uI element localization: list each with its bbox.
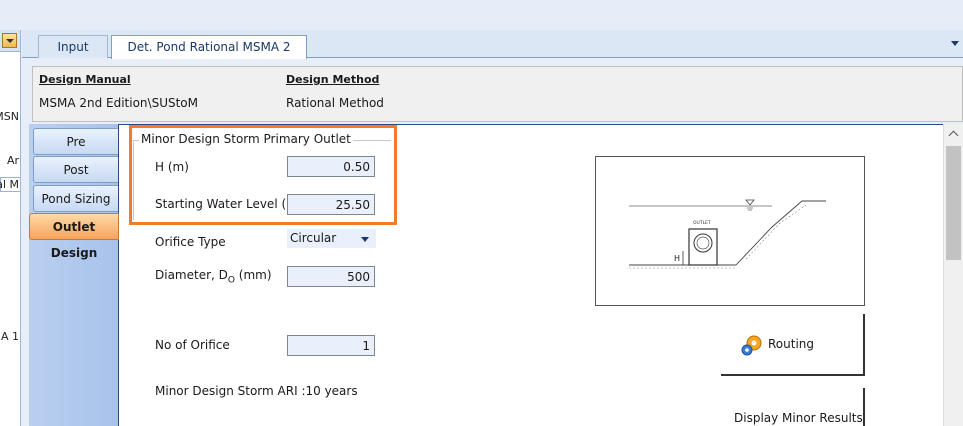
display-minor-results-label: Display Minor Results [734,411,863,425]
gear-icon [741,335,762,356]
group-title: Minor Design Storm Primary Outlet [139,132,353,146]
left-pane-text: A 1 [0,330,19,343]
starting-water-level-label: Starting Water Level (m) [155,197,303,211]
side-tab-post[interactable]: Post [33,156,119,183]
window-top-bar [0,0,963,30]
tab-input[interactable]: Input [38,35,108,58]
side-tab-pond-sizing[interactable]: Pond Sizing [33,185,119,212]
design-manual-label: Design Manual [39,73,131,86]
document-tab-strip: Input Det. Pond Rational MSMA 2 [22,30,963,59]
left-pane-text: al M [0,178,19,191]
chevron-down-icon [361,237,369,242]
tab-det-pond-rational[interactable]: Det. Pond Rational MSMA 2 [111,35,307,59]
left-pane-text: MSN [0,110,19,123]
routing-label: Routing [768,337,815,351]
dropdown-button[interactable] [2,33,17,48]
orifice-type-label: Orifice Type [155,235,226,249]
h-input[interactable] [287,156,375,177]
side-tab-outlet-design[interactable]: Outlet Design [29,213,119,260]
ari-value: :10 years [301,384,358,398]
left-pane-text: Ar [6,154,19,167]
design-manual-value: MSMA 2nd Edition\SUStoM [39,96,198,110]
no-of-orifice-input[interactable] [287,335,375,356]
design-method-label: Design Method [286,73,380,86]
left-pane-header [0,30,20,52]
diagram-h-label: H [674,254,680,263]
no-of-orifice-label: No of Orifice [155,338,230,352]
diameter-input[interactable] [287,266,375,287]
left-pane-selection[interactable]: al M [0,177,20,192]
chevron-down-icon[interactable] [951,41,959,46]
orifice-type-select[interactable]: Circular [287,229,376,248]
starting-water-level-input[interactable] [287,194,375,215]
vertical-scrollbar[interactable] [943,124,963,426]
outlet-label: OUTLET [693,220,711,226]
side-tab-pre[interactable]: Pre [33,128,119,155]
outlet-diagram-drawing: OUTLET H [629,199,826,269]
ari-label: Minor Design Storm ARI :10 years [155,384,358,398]
chevron-up-icon[interactable] [948,130,959,141]
diameter-label: Diameter, DO (mm) [155,268,272,286]
scroll-thumb[interactable] [946,146,961,260]
h-label: H (m) [155,160,189,174]
outlet-diagram: OUTLET H [595,156,865,306]
routing-button[interactable]: Routing [721,314,865,376]
design-header: Design Manual MSMA 2nd Edition\SUStoM De… [32,66,963,122]
left-pane: MSN Ar al M A 1 [0,30,21,426]
side-tab-column: Pre Post Pond Sizing Outlet Design [29,124,119,426]
display-minor-results-button[interactable]: Display Minor Results [721,388,865,426]
design-method-value: Rational Method [286,96,384,110]
orifice-type-value: Circular [290,231,337,245]
